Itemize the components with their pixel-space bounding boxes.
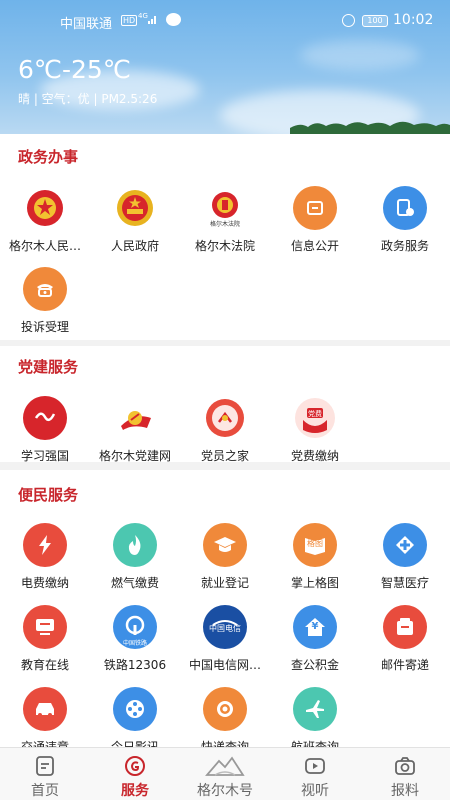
status-bar: 中国联通 HD 4G 100 10:02 bbox=[0, 0, 450, 42]
court-emblem-text: 格尔木法院 bbox=[209, 221, 240, 228]
parcel-icon bbox=[383, 605, 427, 649]
signal-icon bbox=[148, 16, 156, 24]
grid-item-gas[interactable]: 燃气缴费 bbox=[90, 523, 180, 593]
party-section: 党建服务 学习强国 格尔木党建网 党员之家 党费 党费缴纳 bbox=[0, 346, 450, 463]
grid-item-label: 格尔木人民… bbox=[8, 239, 81, 253]
data-icon bbox=[166, 13, 181, 26]
grid-item-label: 政务服务 bbox=[380, 239, 429, 253]
grid-item-label: 邮件寄递 bbox=[380, 658, 429, 672]
grid-item-education[interactable]: 教育在线 bbox=[0, 605, 90, 675]
grid-item-label: 中国电信网… bbox=[188, 658, 261, 672]
party-home-icon bbox=[203, 396, 247, 440]
clock: 10:02 bbox=[393, 12, 434, 28]
grid-item-label: 铁路12306 bbox=[103, 658, 167, 672]
car-icon bbox=[23, 687, 67, 731]
grid-item-xuexi[interactable]: 学习强国 bbox=[0, 396, 90, 466]
grid-item-label: 教育在线 bbox=[20, 658, 69, 672]
national-emblem-icon bbox=[113, 186, 157, 230]
tab-golmud-account[interactable]: 格尔木号 bbox=[180, 748, 270, 800]
tab-report[interactable]: 报料 bbox=[360, 748, 450, 800]
monitor-icon bbox=[23, 605, 67, 649]
telecom-icon-text: 中国电信 bbox=[209, 624, 241, 633]
section-title: 政务办事 bbox=[18, 148, 79, 166]
treeline-decoration bbox=[290, 121, 450, 134]
play-tab-icon bbox=[305, 758, 325, 774]
grid-item-label: 党员之家 bbox=[200, 449, 249, 463]
grid-item-label: 党费缴纳 bbox=[290, 449, 339, 463]
document-icon bbox=[293, 186, 337, 230]
grid-item-complaint[interactable]: 投诉受理 bbox=[0, 267, 90, 337]
hd-badge: HD bbox=[121, 15, 138, 26]
grid-item-label: 格尔木法院 bbox=[194, 239, 255, 253]
weather-detail: 晴 | 空气：优 | PM2.5:26 bbox=[18, 92, 158, 106]
grid-item-railway[interactable]: 中国铁路 铁路12306 bbox=[90, 605, 180, 675]
grid-item-label: 电费缴纳 bbox=[20, 576, 69, 590]
grid-item-label: 格尔木党建网 bbox=[98, 449, 171, 463]
weather-header: 中国联通 HD 4G 100 10:02 6℃-25℃ 晴 | 空气：优 | P… bbox=[0, 0, 450, 134]
life-section: 便民服务 电费缴纳 燃气缴费 就业登记 格图 掌上格图 智慧医疗 教育在线 中国… bbox=[0, 470, 450, 754]
tab-label: 视听 bbox=[301, 783, 329, 799]
medical-cross-icon bbox=[383, 523, 427, 567]
grid-item-label: 就业登记 bbox=[200, 576, 249, 590]
grid-item-label: 查公积金 bbox=[290, 658, 339, 672]
tab-label: 服务 bbox=[121, 783, 149, 799]
housing-fund-symbol: ¥ bbox=[311, 621, 319, 632]
grid-item-employment[interactable]: 就业登记 bbox=[180, 523, 270, 593]
grid-item-info-disclosure[interactable]: 信息公开 bbox=[270, 186, 360, 256]
graduation-cap-icon bbox=[203, 523, 247, 567]
party-flag-icon bbox=[113, 396, 157, 440]
camera-tab-icon bbox=[395, 757, 415, 775]
airplane-icon bbox=[293, 687, 337, 731]
grid-item-court[interactable]: 格尔木法院 格尔木法院 bbox=[180, 186, 270, 256]
battery-icon: 100 bbox=[362, 15, 388, 27]
grid-item-label: 掌上格图 bbox=[290, 576, 339, 590]
grid-item-map[interactable]: 格图 掌上格图 bbox=[270, 523, 360, 593]
section-title: 党建服务 bbox=[18, 358, 79, 376]
grid-item-party-dues[interactable]: 党费 党费缴纳 bbox=[270, 396, 360, 466]
grid-item-medical[interactable]: 智慧医疗 bbox=[360, 523, 450, 593]
grid-item-party-home[interactable]: 党员之家 bbox=[180, 396, 270, 466]
mountain-tab-icon bbox=[205, 756, 245, 776]
grid-item-telecom[interactable]: 中国电信 中国电信网… bbox=[180, 605, 270, 675]
delivery-icon bbox=[203, 687, 247, 731]
grid-item-party-web[interactable]: 格尔木党建网 bbox=[90, 396, 180, 466]
service-tab-icon bbox=[125, 756, 145, 776]
lightning-icon bbox=[23, 523, 67, 567]
telephone-icon bbox=[23, 267, 67, 311]
grid-item-postal[interactable]: 邮件寄递 bbox=[360, 605, 450, 675]
grid-item-electricity[interactable]: 电费缴纳 bbox=[0, 523, 90, 593]
grid-item-label: 投诉受理 bbox=[20, 320, 69, 334]
xuexi-logo-icon bbox=[23, 396, 67, 440]
grid-item-label: 燃气缴费 bbox=[110, 576, 159, 590]
grid-item-label: 学习强国 bbox=[20, 449, 69, 463]
map-icon-text: 格图 bbox=[307, 539, 323, 548]
tab-media[interactable]: 视听 bbox=[270, 748, 360, 800]
railway-icon-text: 中国铁路 bbox=[122, 640, 147, 647]
grid-item-label: 信息公开 bbox=[290, 239, 339, 253]
bottom-tab-bar: 首页 服务 格尔木号 视听 报料 bbox=[0, 747, 450, 800]
party-dues-badge: 党费 bbox=[308, 410, 322, 418]
alarm-icon bbox=[342, 14, 355, 27]
tab-label: 格尔木号 bbox=[197, 783, 253, 799]
grid-item-label: 智慧医疗 bbox=[380, 576, 429, 590]
tab-home[interactable]: 首页 bbox=[0, 748, 90, 800]
grid-item-peoples-government[interactable]: 人民政府 bbox=[90, 186, 180, 256]
home-tab-icon bbox=[36, 756, 54, 776]
grid-item-gov-service[interactable]: 政务服务 bbox=[360, 186, 450, 256]
grid-item-gmr-congress[interactable]: 格尔木人民… bbox=[0, 186, 90, 256]
carrier-label: 中国联通 bbox=[60, 17, 113, 32]
grid-item-label: 人民政府 bbox=[110, 239, 159, 253]
gov-section: 政务办事 格尔木人民… 人民政府 格尔木法院 格尔木法院 信息公开 政务服务 投… bbox=[0, 134, 450, 340]
national-emblem-icon bbox=[23, 186, 67, 230]
flame-icon bbox=[113, 523, 157, 567]
film-reel-icon bbox=[113, 687, 157, 731]
tab-label: 首页 bbox=[31, 783, 59, 799]
grid-item-housing-fund[interactable]: ¥ 查公积金 bbox=[270, 605, 360, 675]
service-doc-icon bbox=[383, 186, 427, 230]
signal-type: 4G bbox=[138, 12, 148, 20]
temperature-range: 6℃-25℃ bbox=[18, 55, 131, 84]
tab-label: 报料 bbox=[391, 783, 419, 799]
tab-service[interactable]: 服务 bbox=[90, 748, 180, 800]
section-title: 便民服务 bbox=[18, 486, 79, 504]
